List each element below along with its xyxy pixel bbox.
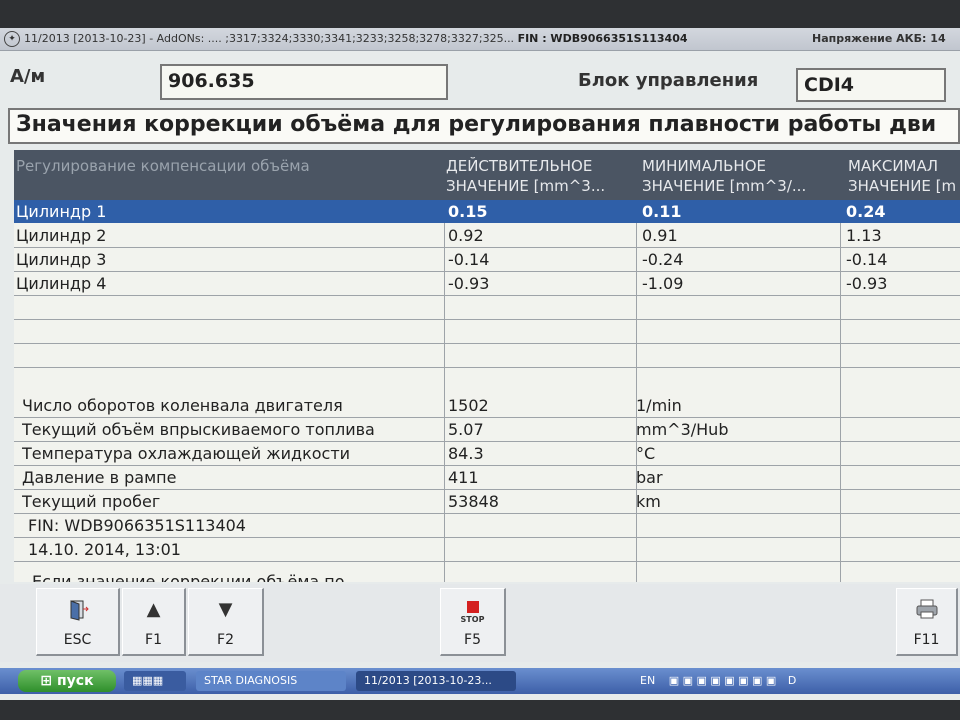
ecu-label: Блок управления: [578, 70, 759, 91]
column-header-max: МАКСИМАЛ ЗНАЧЕНИЕ [m: [848, 157, 957, 195]
screen: ✦ 11/2013 [2013-10-23] - AddONs: .... ;3…: [0, 28, 960, 700]
param-label: Текущий объём впрыскиваемого топлива: [22, 420, 375, 439]
taskbar-item-active[interactable]: 11/2013 [2013-10-23...: [356, 671, 516, 691]
min-value: -0.24: [642, 250, 684, 269]
table-row-fin: FIN: WDB9066351S113404: [14, 514, 960, 538]
f5-stop-button[interactable]: STOP F5: [440, 588, 506, 656]
fin-text: FIN: WDB9066351S113404: [28, 516, 246, 535]
max-value: -0.93: [846, 274, 888, 293]
model-field: 906.635: [160, 64, 448, 100]
f2-label: F2: [217, 632, 234, 648]
values-table: Регулирование компенсации объёма ДЕЙСТВИ…: [14, 150, 960, 582]
keyboard-icon[interactable]: ▦▦▦: [124, 671, 186, 691]
app-info-text: 11/2013 [2013-10-23] - AddONs: .... ;331…: [24, 32, 515, 45]
exit-door-icon: [37, 599, 118, 626]
taskbar: ⊞ пуск ▦▦▦ STAR DIAGNOSIS 11/2013 [2013-…: [0, 668, 960, 694]
start-button[interactable]: ⊞ пуск: [18, 670, 116, 692]
ecu-field: CDI4: [796, 68, 946, 102]
param-label: Число оборотов коленвала двигателя: [22, 396, 343, 415]
arrow-up-icon: ▲: [146, 599, 161, 620]
actual-value: 0.92: [448, 226, 484, 245]
row-label: Цилиндр 3: [16, 250, 107, 269]
column-header-name: Регулирование компенсации объёма: [16, 157, 310, 175]
param-value: 53848: [448, 492, 499, 511]
param-value: 1502: [448, 396, 489, 415]
esc-label: ESC: [63, 632, 92, 648]
tray-icons[interactable]: ▣ ▣ ▣ ▣ ▣ ▣ ▣ ▣: [669, 674, 777, 687]
stop-text: STOP: [460, 615, 485, 624]
table-row-datetime: 14.10. 2014, 13:01: [14, 538, 960, 562]
f1-button[interactable]: ▲ F1: [122, 588, 186, 656]
table-row-cylinder-4[interactable]: Цилиндр 4 -0.93 -1.09 -0.93: [14, 272, 960, 296]
row-label: Цилиндр 4: [16, 274, 107, 293]
datetime-text: 14.10. 2014, 13:01: [28, 540, 181, 559]
battery-voltage-label: Напряжение АКБ: 14: [812, 32, 946, 45]
table-row-rail-pressure[interactable]: Давление в рампе 411 bar: [14, 466, 960, 490]
table-row-empty: [14, 296, 960, 320]
table-row-cylinder-1[interactable]: Цилиндр 1 0.15 0.11 0.24: [14, 200, 960, 223]
column-header-actual: ДЕЙСТВИТЕЛЬНОЕ ЗНАЧЕНИЕ [mm^3...: [446, 157, 606, 195]
windows-logo-icon: ⊞: [40, 673, 53, 689]
function-key-bar: ESC ▲ F1 ▼ F2 STOP F5 F11: [0, 584, 960, 662]
language-indicator[interactable]: EN: [640, 674, 655, 687]
task-label: STAR DIAGNOSIS: [204, 674, 298, 687]
header: А/м 906.635 Блок управления CDI4: [0, 52, 960, 104]
esc-button[interactable]: ESC: [36, 588, 120, 656]
min-value: -1.09: [642, 274, 684, 293]
title-fin-text: FIN : WDB9066351S113404: [517, 32, 688, 45]
param-unit: °C: [636, 444, 656, 463]
table-row-cylinder-2[interactable]: Цилиндр 2 0.92 0.91 1.13: [14, 224, 960, 248]
row-label: Цилиндр 2: [16, 226, 107, 245]
param-unit: km: [636, 492, 661, 511]
param-unit: bar: [636, 468, 663, 487]
f11-label: F11: [913, 632, 940, 648]
taskbar-item-star-diagnosis[interactable]: STAR DIAGNOSIS: [196, 671, 346, 691]
f2-button[interactable]: ▼ F2: [188, 588, 264, 656]
param-value: 411: [448, 468, 479, 487]
start-label: пуск: [57, 673, 94, 689]
table-row-note: Если значение коррекции объёма по: [14, 564, 960, 582]
arrow-down-icon: ▼: [218, 599, 233, 620]
f5-label: F5: [464, 632, 481, 648]
tray-drive-letter[interactable]: D: [788, 674, 796, 687]
param-label: Температура охлаждающей жидкости: [22, 444, 351, 463]
table-row-empty: [14, 320, 960, 344]
param-unit: 1/min: [636, 396, 682, 415]
actual-value: 0.15: [448, 202, 488, 221]
actual-value: -0.14: [448, 250, 490, 269]
table-row-mileage[interactable]: Текущий пробег 53848 km: [14, 490, 960, 514]
actual-value: -0.93: [448, 274, 490, 293]
model-label: А/м: [10, 66, 46, 87]
table-row-fuel-volume[interactable]: Текущий объём впрыскиваемого топлива 5.0…: [14, 418, 960, 442]
f1-label: F1: [145, 632, 162, 648]
system-tray: EN ▣ ▣ ▣ ▣ ▣ ▣ ▣ ▣ D: [640, 671, 796, 691]
task-label: 11/2013 [2013-10-23...: [364, 674, 492, 687]
param-value: 5.07: [448, 420, 484, 439]
min-value: 0.11: [642, 202, 682, 221]
table-row-cylinder-3[interactable]: Цилиндр 3 -0.14 -0.24 -0.14: [14, 248, 960, 272]
title-bar: ✦ 11/2013 [2013-10-23] - AddONs: .... ;3…: [0, 28, 960, 51]
max-value: 0.24: [846, 202, 886, 221]
mercedes-star-icon: ✦: [4, 31, 20, 47]
table-row-empty: [14, 344, 960, 368]
param-unit: mm^3/Hub: [636, 420, 729, 439]
page-title: Значения коррекции объёма для регулирова…: [8, 108, 960, 144]
table-header: Регулирование компенсации объёма ДЕЙСТВИ…: [14, 150, 960, 200]
table-row-coolant-temp[interactable]: Температура охлаждающей жидкости 84.3 °C: [14, 442, 960, 466]
max-value: -0.14: [846, 250, 888, 269]
printer-icon: [897, 599, 956, 624]
row-label: Цилиндр 1: [16, 202, 107, 221]
min-value: 0.91: [642, 226, 678, 245]
column-header-min: МИНИМАЛЬНОЕ ЗНАЧЕНИЕ [mm^3/...: [642, 157, 807, 195]
note-text: Если значение коррекции объёма по: [32, 572, 345, 582]
param-label: Давление в рампе: [22, 468, 177, 487]
table-row-rpm[interactable]: Число оборотов коленвала двигателя 1502 …: [14, 394, 960, 418]
param-label: Текущий пробег: [22, 492, 161, 511]
f11-print-button[interactable]: F11: [896, 588, 958, 656]
max-value: 1.13: [846, 226, 882, 245]
param-value: 84.3: [448, 444, 484, 463]
